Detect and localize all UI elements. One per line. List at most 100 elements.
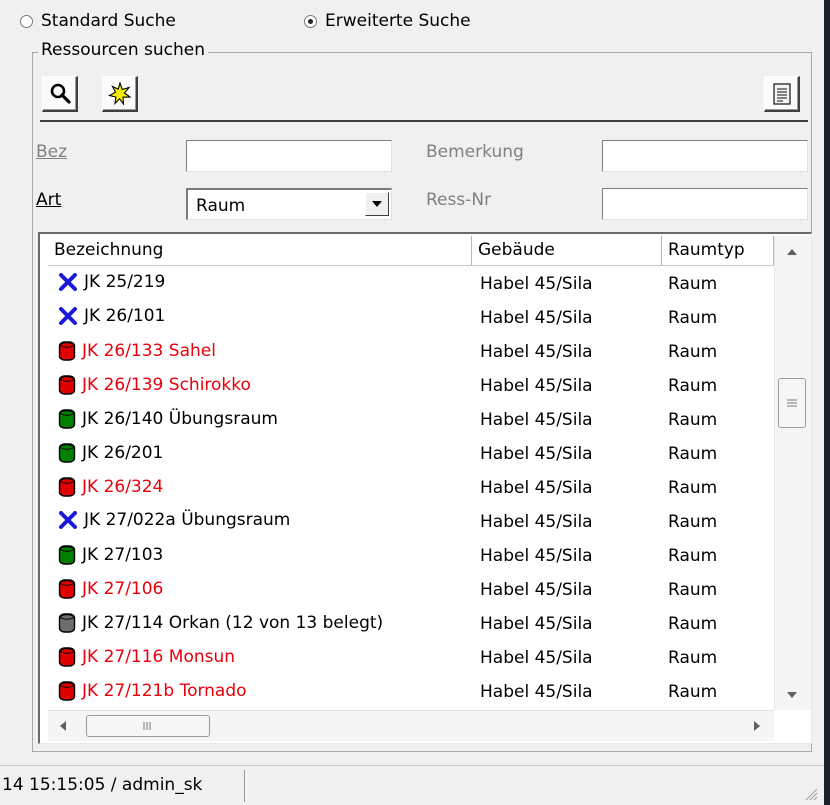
row-type: Raum (668, 308, 718, 328)
row-building: Habel 45/Sila (480, 308, 593, 328)
radio-checked-icon (304, 14, 317, 28)
row-name-cell: JK 26/140 Übungsraum (58, 408, 278, 430)
red-cylinder-icon (58, 374, 76, 396)
table-row[interactable]: JK 26/101 Habel 45/Sila Raum (48, 300, 774, 334)
row-type: Raum (668, 376, 718, 396)
green-cylinder-icon (58, 442, 76, 464)
ressnr-input[interactable] (602, 188, 808, 220)
red-cylinder-icon (58, 476, 76, 498)
horizontal-scrollbar[interactable] (48, 710, 774, 741)
column-header-bezeichnung[interactable]: Bezeichnung (48, 236, 472, 266)
row-type: Raum (668, 682, 718, 702)
column-label: Gebäude (478, 240, 555, 260)
row-name: JK 26/101 (84, 306, 166, 326)
table-row[interactable]: JK 27/103 Habel 45/Sila Raum (48, 538, 774, 572)
new-search-button[interactable] (102, 76, 138, 112)
row-name: JK 25/219 (84, 272, 166, 292)
row-name: JK 26/139 Schirokko (82, 375, 251, 395)
row-name-cell: JK 27/116 Monsun (58, 646, 235, 668)
green-cylinder-icon (58, 544, 76, 566)
table-row[interactable]: JK 26/133 Sahel Habel 45/Sila Raum (48, 334, 774, 368)
bez-input[interactable] (186, 140, 392, 172)
row-name-cell: JK 26/139 Schirokko (58, 374, 251, 396)
row-building: Habel 45/Sila (480, 274, 593, 294)
table-row[interactable]: JK 26/201 Habel 45/Sila Raum (48, 436, 774, 470)
ressnr-label: Ress-Nr (426, 190, 491, 210)
row-building: Habel 45/Sila (480, 376, 593, 396)
ressnr-label-text: Ress-Nr (426, 190, 492, 210)
row-building: Habel 45/Sila (480, 546, 593, 566)
row-name: JK 27/114 Orkan (12 von 13 belegt) (82, 613, 384, 633)
row-name-cell: JK 27/106 (58, 578, 163, 600)
row-type: Raum (668, 410, 718, 430)
list-header: Bezeichnung Gebäude Raumtyp (48, 234, 811, 266)
art-select[interactable]: Raum (186, 188, 392, 220)
x-mark-icon (58, 272, 78, 292)
row-name: JK 26/140 Übungsraum (82, 409, 278, 429)
row-building: Habel 45/Sila (480, 580, 593, 600)
art-select-value: Raum (196, 196, 246, 216)
standard-search-radio[interactable]: Standard Suche (20, 10, 176, 32)
status-text: 14 15:15:05 / admin_sk (2, 775, 203, 795)
column-label: Bezeichnung (54, 240, 164, 260)
row-name: JK 27/116 Monsun (82, 647, 236, 667)
toolbar-separator (40, 120, 808, 122)
row-type: Raum (668, 478, 718, 498)
row-name-cell: JK 26/133 Sahel (58, 340, 216, 362)
status-divider (244, 770, 245, 802)
column-header-gebaeude[interactable]: Gebäude (472, 236, 662, 266)
radio-unchecked-icon (20, 14, 33, 28)
row-building: Habel 45/Sila (480, 512, 593, 532)
row-name-cell: JK 26/101 (58, 306, 165, 326)
row-type: Raum (668, 580, 718, 600)
grip-lines-icon (787, 399, 797, 407)
chevron-down-icon (372, 201, 382, 207)
row-building: Habel 45/Sila (480, 648, 593, 668)
table-row[interactable]: JK 26/140 Übungsraum Habel 45/Sila Raum (48, 402, 774, 436)
bemerkung-input[interactable] (602, 140, 808, 172)
x-mark-icon (58, 306, 78, 326)
table-row[interactable]: JK 27/022a Übungsraum Habel 45/Sila Raum (48, 504, 774, 538)
x-mark-icon (58, 510, 78, 530)
row-name-cell: JK 26/324 (58, 476, 163, 498)
table-row[interactable]: JK 27/121b Tornado Habel 45/Sila Raum (48, 674, 774, 708)
row-name: JK 26/133 Sahel (82, 341, 216, 361)
dropdown-button[interactable] (365, 192, 389, 216)
extended-search-radio[interactable]: Erweiterte Suche (304, 10, 471, 32)
table-row[interactable]: JK 25/219 Habel 45/Sila Raum (48, 266, 774, 300)
resize-grip-icon[interactable] (802, 785, 818, 801)
scroll-right-arrow-icon[interactable] (754, 721, 760, 731)
report-button[interactable] (764, 76, 800, 112)
row-building: Habel 45/Sila (480, 682, 593, 702)
table-row[interactable]: JK 26/324 Habel 45/Sila Raum (48, 470, 774, 504)
scroll-down-arrow-icon[interactable] (787, 692, 797, 698)
search-button[interactable] (42, 76, 78, 112)
status-divider-highlight (246, 770, 247, 802)
row-type: Raum (668, 546, 718, 566)
scroll-up-arrow-icon[interactable] (787, 249, 797, 255)
column-label: Raumtyp (668, 240, 745, 260)
table-row[interactable]: JK 26/139 Schirokko Habel 45/Sila Raum (48, 368, 774, 402)
scroll-left-arrow-icon[interactable] (60, 721, 66, 731)
green-cylinder-icon (58, 408, 76, 430)
table-row[interactable]: JK 27/106 Habel 45/Sila Raum (48, 572, 774, 606)
column-header-raumtyp[interactable]: Raumtyp (662, 236, 774, 266)
row-name: JK 26/324 (82, 477, 164, 497)
art-label: Art (36, 190, 62, 210)
row-building: Habel 45/Sila (480, 614, 593, 634)
horizontal-scroll-thumb[interactable] (86, 715, 210, 737)
row-name: JK 27/106 (82, 579, 164, 599)
list-rows: JK 25/219 Habel 45/Sila Raum JK 26/101 Habel… (48, 266, 774, 708)
vertical-scrollbar[interactable] (774, 236, 811, 710)
row-type: Raum (668, 648, 718, 668)
extended-search-label: Erweiterte Suche (325, 11, 471, 31)
row-type: Raum (668, 274, 718, 294)
standard-search-label: Standard Suche (41, 11, 176, 31)
table-row[interactable]: JK 27/114 Orkan (12 von 13 belegt) Habel … (48, 606, 774, 640)
row-building: Habel 45/Sila (480, 478, 593, 498)
row-name-cell: JK 25/219 (58, 272, 165, 292)
resource-list[interactable]: Bezeichnung Gebäude Raumtyp JK 25/219 Hab… (38, 232, 812, 744)
vertical-scroll-thumb[interactable] (778, 378, 806, 428)
row-name-cell: JK 27/114 Orkan (12 von 13 belegt) (58, 612, 383, 634)
table-row[interactable]: JK 27/116 Monsun Habel 45/Sila Raum (48, 640, 774, 674)
